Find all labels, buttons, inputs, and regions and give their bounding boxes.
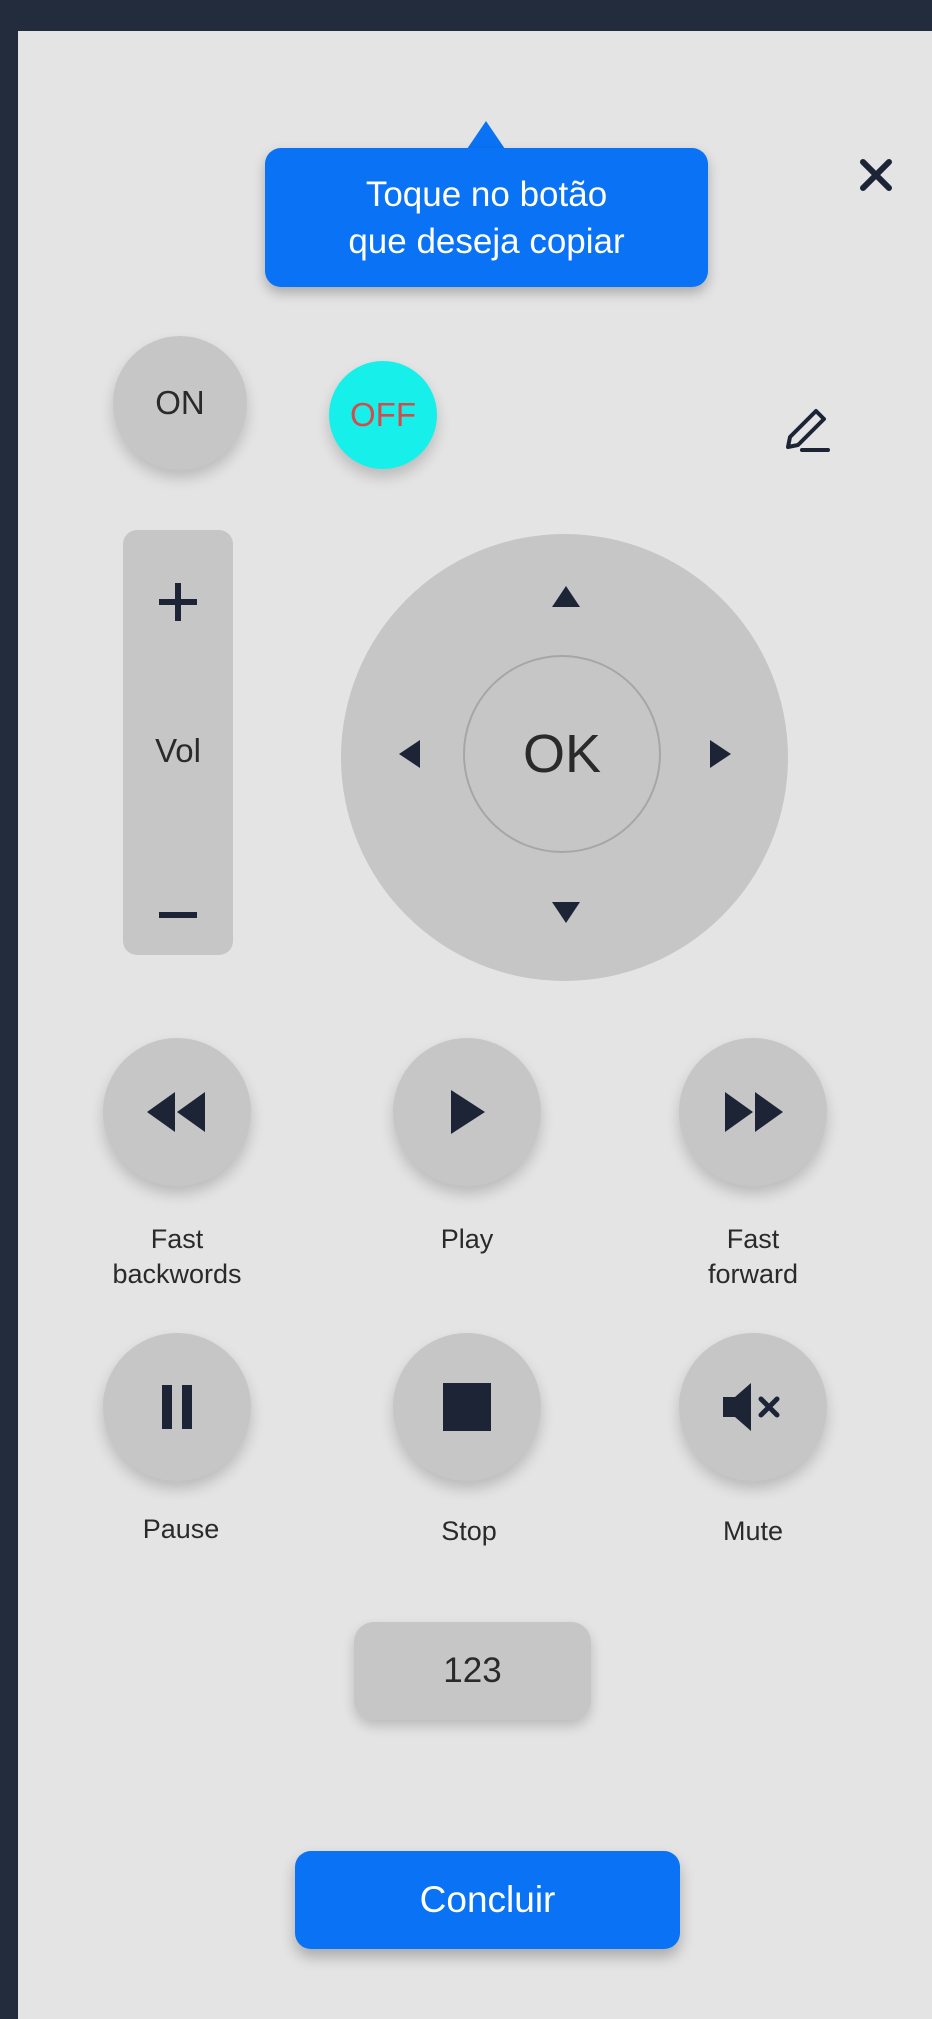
fast-forward-button[interactable] (679, 1038, 827, 1186)
pause-icon (162, 1385, 192, 1429)
play-icon (451, 1090, 485, 1134)
numbers-label: 123 (443, 1651, 502, 1690)
arrow-right-icon (710, 740, 731, 768)
instruction-tooltip: Toque no botão que deseja copiar (265, 148, 708, 287)
power-off-button[interactable]: OFF (329, 361, 437, 469)
dpad-up-button[interactable] (540, 575, 592, 621)
minus-icon (159, 912, 197, 918)
fast-forward-label-line-2: forward (707, 1259, 799, 1289)
numbers-button[interactable]: 123 (354, 1622, 591, 1720)
stop-icon (443, 1383, 491, 1431)
tooltip-line-1: Toque no botão (365, 174, 608, 214)
arrow-down-icon (552, 902, 580, 923)
dpad-left-button[interactable] (386, 728, 432, 780)
play-label: Play (357, 1222, 577, 1257)
volume-label: Vol (155, 732, 201, 769)
rewind-icon (147, 1092, 205, 1132)
fast-backward-label-line-2: backwords (112, 1259, 242, 1289)
pause-button[interactable] (103, 1333, 251, 1481)
fast-forward-label: Fast forward (643, 1222, 863, 1292)
done-label: Concluir (419, 1879, 556, 1920)
arrow-left-icon (399, 740, 420, 768)
mute-icon (723, 1383, 780, 1431)
done-button[interactable]: Concluir (295, 1851, 680, 1949)
ok-label: OK (522, 724, 602, 784)
volume-down-button[interactable] (143, 880, 213, 950)
fast-backward-label-line-1: Fast (150, 1224, 204, 1254)
fast-forward-label-line-1: Fast (726, 1224, 780, 1254)
power-on-button[interactable]: ON (113, 336, 247, 470)
volume-up-button[interactable] (143, 567, 213, 637)
close-button[interactable] (851, 150, 901, 200)
remote-panel (18, 31, 932, 2019)
mute-label-line-1: Mute (722, 1516, 784, 1546)
pencil-icon (786, 409, 830, 452)
tooltip-arrow (467, 121, 505, 149)
power-on-label: ON (155, 384, 205, 421)
power-off-label: OFF (350, 396, 416, 433)
stop-label: Stop (359, 1514, 579, 1549)
mute-label: Mute (643, 1514, 863, 1549)
close-icon (860, 159, 892, 191)
fast-forward-icon (725, 1092, 783, 1132)
pause-label: Pause (71, 1512, 291, 1547)
pause-label-line-1: Pause (142, 1514, 220, 1544)
arrow-up-icon (552, 586, 580, 607)
edit-button[interactable] (778, 401, 834, 457)
dpad-right-button[interactable] (698, 728, 744, 780)
fast-backward-label: Fast backwords (67, 1222, 287, 1292)
ok-button[interactable]: OK (463, 655, 661, 853)
play-button[interactable] (393, 1038, 541, 1186)
fast-backward-button[interactable] (103, 1038, 251, 1186)
stop-label-line-1: Stop (441, 1516, 497, 1546)
plus-icon (159, 583, 197, 621)
mute-button[interactable] (679, 1333, 827, 1481)
play-label-line-1: Play (440, 1224, 494, 1254)
tooltip-line-2: que deseja copiar (348, 221, 625, 261)
dpad-down-button[interactable] (540, 888, 592, 934)
stop-button[interactable] (393, 1333, 541, 1481)
